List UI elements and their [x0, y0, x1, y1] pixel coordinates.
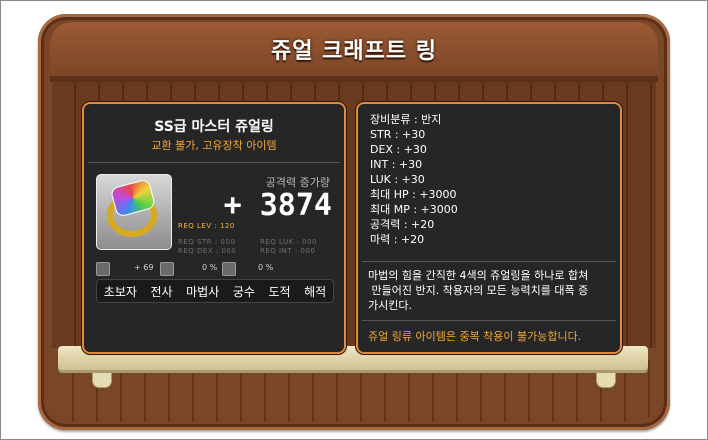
- stat-magic: 마력 : +20: [370, 233, 425, 246]
- description-line: 만들어진 반지. 착용자의 모든 능력치를 대폭 증: [368, 284, 589, 297]
- item-subtitle: 교환 불가, 고유장착 아이템: [151, 139, 277, 152]
- stat-int: INT : +30: [370, 158, 423, 171]
- description-line: 마법의 힘을 간직한 4색의 쥬얼링을 하나로 합쳐: [368, 269, 589, 282]
- item-stats-panel: 장비분류 : 반지 STR : +30 DEX : +30 INT : +30 …: [356, 102, 622, 354]
- stat-max-hp: 최대 HP : +3000: [370, 188, 457, 201]
- job-archer: 궁수: [232, 284, 255, 299]
- warning-text: 쥬얼 링류 아이템은 중복 착용이 불가능합니다.: [368, 330, 582, 343]
- upgrade-row: + 69 0 % 0 %: [94, 261, 334, 277]
- job-beginner: 초보자: [103, 284, 137, 299]
- stat-str: STR : +30: [370, 128, 426, 141]
- percent-1: 0 %: [202, 263, 218, 272]
- job-thief: 도적: [268, 284, 291, 299]
- req-int: REQ INT : 000: [260, 247, 316, 255]
- job-magician: 마법사: [186, 284, 220, 299]
- stat-attack: 공격력 : +20: [370, 218, 435, 231]
- divider: [88, 162, 340, 163]
- description-line: 가시킨다.: [368, 299, 412, 312]
- stat-luk: LUK : +30: [370, 173, 425, 186]
- stats-list: 장비분류 : 반지 STR : +30 DEX : +30 INT : +30 …: [370, 112, 458, 247]
- job-warrior: 전사: [150, 284, 173, 299]
- stat-category: 장비분류 : 반지: [370, 113, 442, 126]
- shelf-peg: [92, 372, 112, 388]
- percent-2: 0 %: [258, 263, 274, 272]
- increase-value: + 3874: [223, 188, 332, 223]
- divider: [362, 320, 616, 321]
- scroll-icon: [160, 262, 174, 276]
- job-pirate: 해적: [304, 284, 327, 299]
- divider: [362, 261, 616, 262]
- req-dex: REQ DEX : 000: [178, 247, 237, 255]
- shelf-peg: [596, 372, 616, 388]
- req-str: REQ STR : 000: [178, 238, 236, 246]
- req-level: REQ LEV : 120: [178, 222, 235, 230]
- stat-max-mp: 최대 MP : +3000: [370, 203, 458, 216]
- stat-dex: DEX : +30: [370, 143, 427, 156]
- potential-icon: [222, 262, 236, 276]
- page-title: 쥬얼 크래프트 링: [271, 39, 437, 64]
- item-icon-frame: [96, 174, 172, 250]
- item-name: SS급 마스터 쥬얼링: [154, 119, 274, 135]
- hammer-icon: [96, 262, 110, 276]
- upgrade-count: + 69: [134, 263, 154, 272]
- item-description: 마법의 힘을 간직한 4색의 쥬얼링을 하나로 합쳐 만들어진 반지. 착용자의…: [368, 268, 612, 313]
- item-tooltip-panel: SS급 마스터 쥬얼링 교환 불가, 고유장착 아이템 공격력 증가량 + 38…: [82, 102, 346, 354]
- req-luk: REQ LUK : 000: [260, 238, 317, 246]
- job-list: 초보자 전사 마법사 궁수 도적 해적: [96, 279, 334, 303]
